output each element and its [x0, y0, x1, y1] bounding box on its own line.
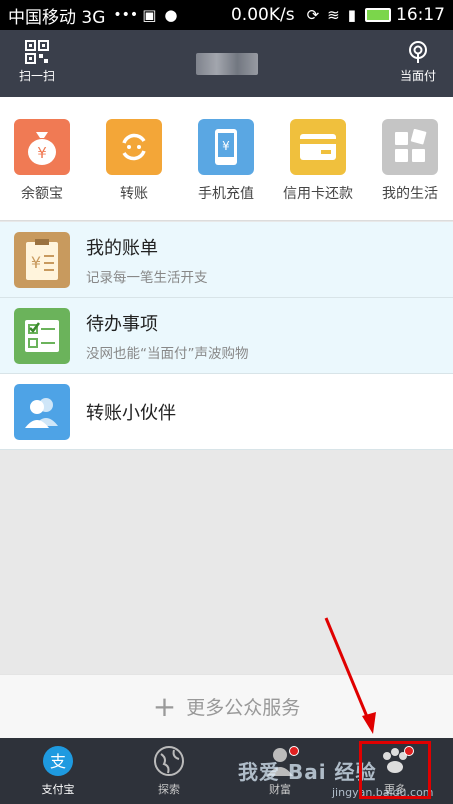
annotation-highlight-box [359, 741, 431, 799]
annotation-arrow [324, 617, 376, 734]
